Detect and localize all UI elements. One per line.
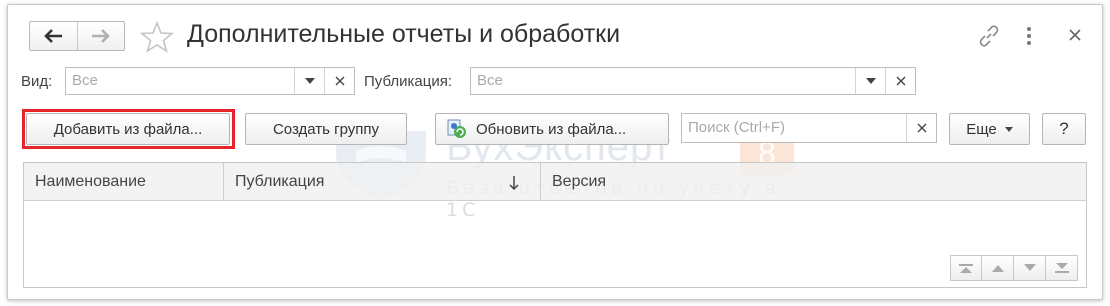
publication-value[interactable]: Все (471, 68, 855, 94)
vid-dropdown-button[interactable] (294, 68, 324, 94)
table-scroll-buttons (950, 255, 1078, 281)
table-header: Наименование Публикация Версия (24, 163, 1086, 201)
vid-field[interactable]: Все (65, 67, 355, 95)
vid-clear-button[interactable] (324, 68, 354, 94)
back-button[interactable] (30, 22, 77, 50)
help-button[interactable]: ? (1042, 113, 1086, 145)
create-group-button[interactable]: Создать группу (245, 113, 407, 145)
clear-icon (896, 76, 905, 86)
more-vertical-icon[interactable] (1024, 26, 1034, 46)
vid-label: Вид: (21, 73, 53, 90)
close-icon[interactable] (1068, 28, 1082, 42)
scroll-top-icon (959, 264, 973, 273)
highlight-frame (22, 109, 235, 149)
favorite-star-icon[interactable] (140, 20, 174, 54)
publication-dropdown-button[interactable] (855, 68, 885, 94)
more-label: Еще (966, 120, 997, 138)
column-header-name[interactable]: Наименование (24, 163, 223, 201)
navigation-buttons (29, 21, 125, 51)
items-table[interactable]: Наименование Публикация Версия (23, 162, 1087, 288)
dropdown-arrow-icon (304, 78, 315, 84)
scroll-top-button[interactable] (950, 255, 982, 281)
search-input[interactable]: Поиск (Ctrl+F) (682, 114, 906, 142)
scroll-up-icon (991, 265, 1004, 272)
search-clear-button[interactable] (906, 114, 936, 142)
dropdown-arrow-icon (1004, 126, 1013, 132)
clear-icon (335, 76, 344, 86)
scroll-bottom-icon (1054, 263, 1069, 273)
column-header-publication[interactable]: Публикация (224, 163, 540, 201)
update-from-file-icon (447, 119, 466, 138)
publication-field[interactable]: Все (470, 67, 916, 95)
publication-label: Публикация: (364, 73, 452, 90)
publication-clear-button[interactable] (885, 68, 915, 94)
scroll-bottom-button[interactable] (1046, 255, 1078, 281)
arrow-left-icon (44, 29, 63, 43)
page-title: Дополнительные отчеты и обработки (187, 20, 621, 48)
scroll-up-button[interactable] (982, 255, 1014, 281)
more-button[interactable]: Еще (949, 113, 1030, 145)
sort-down-icon (509, 176, 519, 191)
vid-value[interactable]: Все (66, 68, 294, 94)
update-from-file-button[interactable]: Обновить из файла... (435, 113, 669, 145)
scroll-down-button[interactable] (1014, 255, 1046, 281)
scroll-down-icon (1023, 264, 1036, 271)
arrow-right-icon (91, 29, 110, 43)
search-box[interactable]: Поиск (Ctrl+F) (681, 113, 937, 143)
clear-icon (917, 123, 926, 133)
forward-button[interactable] (76, 22, 124, 50)
dropdown-arrow-icon (865, 78, 876, 84)
update-from-file-label: Обновить из файла... (476, 120, 627, 138)
column-header-version[interactable]: Версия (541, 163, 741, 201)
report-processing-window: БухЭксперт 8 База ответов по учёту в 1С … (7, 4, 1103, 300)
link-icon[interactable] (977, 24, 1001, 48)
